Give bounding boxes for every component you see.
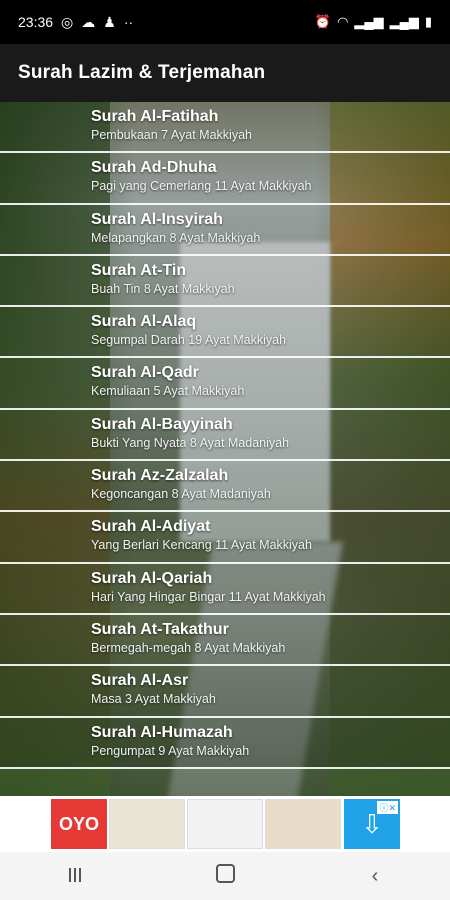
- page-title: Surah Lazim & Terjemahan: [18, 62, 266, 83]
- ad-banner[interactable]: OYO ⓘ✕ ⇩: [0, 796, 450, 852]
- surah-title: Surah Az-Zalzalah: [91, 467, 229, 485]
- surah-title: Surah Al-Alaq: [91, 313, 197, 331]
- signal-icon: ▂▄▆: [354, 14, 384, 29]
- download-icon[interactable]: ⓘ✕ ⇩: [344, 799, 400, 849]
- list-item-az-zalzalah[interactable]: Surah Az-Zalzalah Kegoncangan 8 Ayat Mad…: [0, 461, 450, 513]
- home-button[interactable]: [195, 863, 255, 889]
- surah-list-container[interactable]: Surah Al-Fatihah Pembukaan 7 Ayat Makkiy…: [0, 102, 450, 796]
- surah-subtitle: Buah Tin 8 Ayat Makkiyah: [91, 281, 235, 296]
- list-item-at-tin[interactable]: Surah At-Tin Buah Tin 8 Ayat Makkiyah: [0, 255, 450, 308]
- ad-logo[interactable]: OYO: [51, 799, 107, 849]
- list-item-al-qadr[interactable]: Surah Al-Qadr Kemuliaan 5 Ayat Makkiyah: [0, 358, 450, 410]
- list-item-al-fatihah[interactable]: Surah Al-Fatihah Pembukaan 7 Ayat Makkiy…: [0, 102, 450, 154]
- surah-title: Surah At-Takathur: [91, 620, 229, 638]
- ad-image[interactable]: [265, 799, 341, 849]
- surah-subtitle: Segumpal Darah 19 Ayat Makkiyah: [91, 333, 287, 348]
- list-item-al-qariah[interactable]: Surah Al-Qariah Hari Yang Hingar Bingar …: [0, 563, 450, 615]
- surah-title: Surah Al-Qadr: [91, 364, 199, 382]
- back-icon: ‹: [371, 864, 379, 887]
- ad-content[interactable]: OYO ⓘ✕ ⇩: [51, 799, 400, 849]
- surah-title: Surah Al-Fatihah: [91, 108, 219, 125]
- wifi-icon: ◠: [337, 14, 349, 29]
- alarm-icon: ⏰: [314, 14, 332, 29]
- instagram-icon: ◎: [61, 13, 74, 30]
- status-bar: 23:36 ◎ ☁ ♟ ·· ⏰ ◠ ▂▄▆ ▂▄▆ ▮: [0, 0, 450, 44]
- ad-logo-text: OYO: [58, 813, 99, 834]
- signal-icon: ▂▄▆: [389, 14, 419, 29]
- surah-subtitle: Kegoncangan 8 Ayat Madaniyah: [91, 487, 271, 502]
- surah-subtitle: Melapangkan 8 Ayat Makkiyah: [91, 230, 261, 245]
- surah-title: Surah Al-Qariah: [91, 569, 213, 587]
- ad-image[interactable]: [187, 799, 263, 849]
- status-left: 23:36 ◎ ☁ ♟ ··: [18, 14, 133, 31]
- home-icon: [215, 863, 235, 883]
- ad-image[interactable]: [109, 799, 185, 849]
- surah-subtitle: Pembukaan 7 Ayat Makkiyah: [91, 128, 252, 142]
- surah-subtitle: Bermegah-megah 8 Ayat Makkiyah: [91, 640, 286, 655]
- surah-title: Surah Al-Asr: [91, 672, 189, 690]
- status-time: 23:36: [18, 14, 54, 30]
- surah-list: Surah Al-Fatihah Pembukaan 7 Ayat Makkiy…: [0, 102, 450, 769]
- surah-title: Surah Al-Humazah: [91, 723, 233, 741]
- surah-subtitle: Masa 3 Ayat Makkiyah: [91, 692, 216, 707]
- surah-title: Surah Al-Adiyat: [91, 518, 211, 536]
- app-icon: ♟: [103, 13, 116, 30]
- status-right: ⏰ ◠ ▂▄▆ ▂▄▆ ▮: [315, 14, 432, 30]
- surah-subtitle: Bukti Yang Nyata 8 Ayat Madaniyah: [91, 435, 290, 450]
- list-item-al-asr[interactable]: Surah Al-Asr Masa 3 Ayat Makkiyah: [0, 666, 450, 718]
- ad-choices-icon[interactable]: ⓘ✕: [377, 801, 398, 814]
- surah-title: Surah Al-Insyirah: [91, 210, 223, 228]
- more-icon: ··: [123, 14, 134, 30]
- back-button[interactable]: ‹: [345, 865, 405, 888]
- recents-icon: [69, 867, 81, 882]
- surah-subtitle: Hari Yang Hingar Bingar 11 Ayat Makkiyah: [91, 589, 326, 604]
- app-bar: Surah Lazim & Terjemahan: [0, 44, 450, 102]
- list-item-al-adiyat[interactable]: Surah Al-Adiyat Yang Berlari Kencang 11 …: [0, 512, 450, 564]
- surah-subtitle: Pagi yang Cemerlang 11 Ayat Makkiyah: [91, 179, 312, 194]
- list-item-at-takathur[interactable]: Surah At-Takathur Bermegah-megah 8 Ayat …: [0, 614, 450, 667]
- surah-subtitle: Pengumpat 9 Ayat Makkiyah: [91, 743, 250, 758]
- recents-button[interactable]: [45, 865, 105, 888]
- list-item-al-insyirah[interactable]: Surah Al-Insyirah Melapangkan 8 Ayat Mak…: [0, 204, 450, 256]
- list-item-al-humazah[interactable]: Surah Al-Humazah Pengumpat 9 Ayat Makkiy…: [0, 717, 450, 769]
- surah-title: Surah Ad-Dhuha: [91, 159, 217, 177]
- cloud-icon: ☁: [81, 13, 96, 30]
- list-item-ad-dhuha[interactable]: Surah Ad-Dhuha Pagi yang Cemerlang 11 Ay…: [0, 153, 450, 205]
- surah-title: Surah At-Tin: [91, 261, 187, 279]
- list-item-al-alaq[interactable]: Surah Al-Alaq Segumpal Darah 19 Ayat Mak…: [0, 307, 450, 359]
- list-item-al-bayyinah[interactable]: Surah Al-Bayyinah Bukti Yang Nyata 8 Aya…: [0, 409, 450, 462]
- navigation-bar: ‹: [0, 852, 450, 900]
- surah-subtitle: Yang Berlari Kencang 11 Ayat Makkiyah: [91, 538, 312, 553]
- surah-title: Surah Al-Bayyinah: [91, 415, 233, 433]
- surah-subtitle: Kemuliaan 5 Ayat Makkiyah: [91, 384, 245, 399]
- battery-icon: ▮: [424, 14, 432, 29]
